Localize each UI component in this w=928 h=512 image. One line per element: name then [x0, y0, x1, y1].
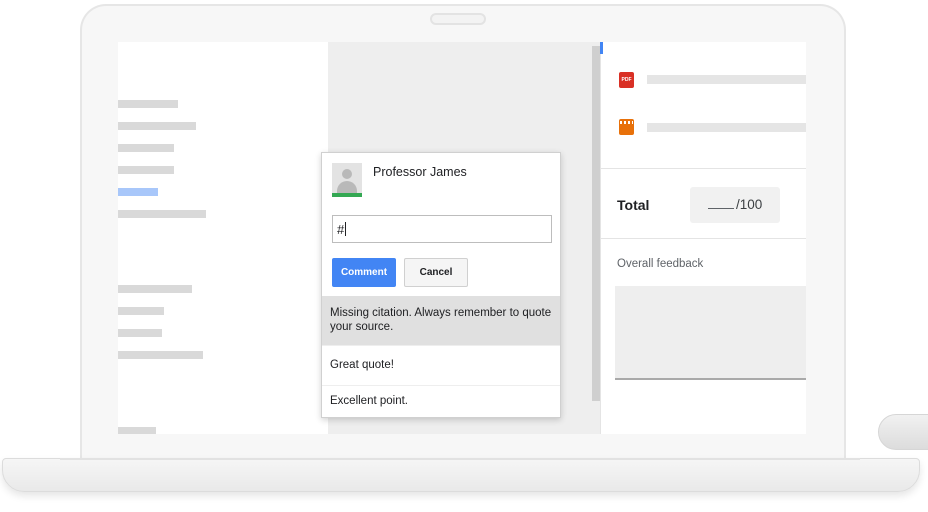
- grade-blank-line: [708, 208, 734, 209]
- document-outline: [118, 42, 328, 434]
- outline-item[interactable]: [118, 329, 162, 337]
- film-icon[interactable]: [619, 119, 634, 135]
- grade-input[interactable]: [690, 187, 780, 223]
- outline-item[interactable]: [118, 307, 164, 315]
- overall-feedback-field[interactable]: [615, 286, 806, 380]
- outline-item[interactable]: [118, 100, 178, 108]
- avatar-body: [337, 181, 357, 193]
- comment-suggestion[interactable]: Excellent point.: [322, 385, 560, 417]
- comment-input[interactable]: #: [332, 215, 552, 243]
- comment-input-text: #: [337, 222, 345, 237]
- cancel-button[interactable]: Cancel: [404, 258, 468, 287]
- outline-item[interactable]: [118, 285, 192, 293]
- outline-item[interactable]: [118, 351, 203, 359]
- side-device: [878, 414, 928, 450]
- laptop-base: [2, 458, 920, 492]
- outline-item[interactable]: [118, 210, 206, 218]
- outline-item[interactable]: [118, 122, 196, 130]
- pdf-icon[interactable]: PDF: [619, 72, 634, 88]
- total-label: Total: [617, 197, 650, 213]
- avatar: [332, 163, 362, 197]
- outline-item[interactable]: [118, 427, 156, 434]
- attachment-title-1[interactable]: [647, 75, 806, 84]
- comment-card: Professor James # Comment Cancel Missing…: [321, 152, 561, 418]
- comment-suggestion-highlighted[interactable]: Missing citation. Always remember to quo…: [322, 296, 560, 345]
- text-cursor: [345, 222, 347, 236]
- avatar-head: [342, 169, 352, 179]
- comment-author: Professor James: [373, 165, 467, 179]
- panel-divider: [600, 238, 806, 239]
- panel-accent-bar: [600, 42, 603, 54]
- laptop-base-lip: [60, 458, 860, 460]
- outline-item-active[interactable]: [118, 188, 158, 196]
- comment-button[interactable]: Comment: [332, 258, 396, 287]
- overall-feedback-label: Overall feedback: [617, 258, 704, 270]
- comment-suggestion[interactable]: Great quote!: [322, 345, 560, 385]
- outline-item[interactable]: [118, 166, 174, 174]
- outline-item[interactable]: [118, 144, 174, 152]
- document-scrollbar[interactable]: [592, 46, 600, 401]
- grade-max-points: /100: [736, 197, 763, 212]
- avatar-underline: [332, 193, 362, 197]
- attachment-title-2[interactable]: [647, 123, 806, 132]
- panel-divider: [600, 168, 806, 169]
- laptop-camera: [430, 13, 486, 25]
